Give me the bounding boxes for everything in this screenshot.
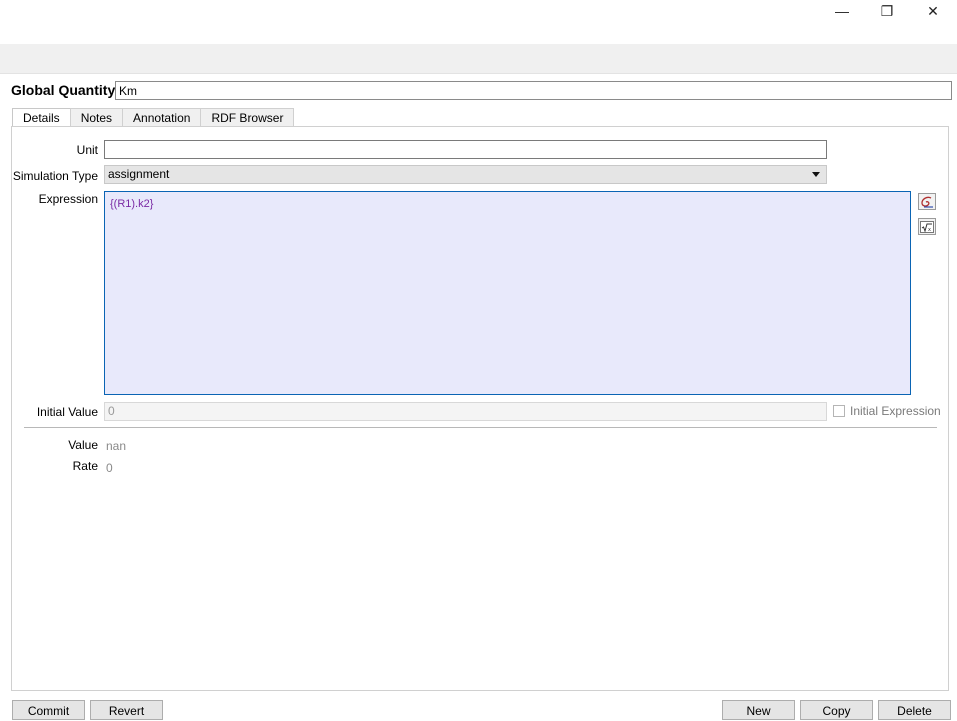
unit-label: Unit [76, 143, 98, 157]
object-browser-icon[interactable] [918, 193, 936, 210]
toolbar-strip [0, 44, 957, 74]
tab-rdf-browser[interactable]: RDF Browser [200, 108, 295, 127]
tab-notes[interactable]: Notes [69, 108, 124, 127]
close-icon[interactable]: ✕ [910, 0, 956, 22]
tab-bar: Details Notes Annotation RDF Browser [12, 108, 295, 128]
rate-label: Rate [72, 459, 98, 473]
expression-text: {(R1).k2} [110, 198, 154, 210]
copy-button[interactable]: Copy [800, 700, 873, 720]
page-title: Global Quantity [11, 82, 116, 98]
initial-value-label: Initial Value [36, 405, 98, 419]
initial-value-input[interactable]: 0 [104, 402, 827, 421]
tab-annotation[interactable]: Annotation [122, 108, 202, 127]
expression-label: Expression [38, 192, 98, 206]
chevron-down-icon [812, 172, 820, 177]
rate-readout: 0 [106, 461, 113, 475]
maximize-icon[interactable]: ❐ [864, 0, 910, 22]
window-titlebar: — ❐ ✕ [0, 0, 957, 44]
value-readout: nan [106, 439, 127, 453]
quantity-name-input[interactable] [115, 81, 952, 100]
simulation-type-value: assignment [108, 167, 170, 181]
tab-details[interactable]: Details [12, 108, 71, 128]
initial-expression-label: Initial Expression [850, 404, 941, 418]
formula-view-icon[interactable]: x [918, 218, 936, 235]
unit-input[interactable] [104, 140, 827, 159]
simulation-type-select[interactable]: assignment [104, 165, 827, 184]
divider [24, 427, 937, 428]
simulation-type-label: Simulation Type [12, 169, 98, 183]
expression-editor[interactable]: {(R1).k2} [104, 191, 911, 395]
minimize-icon[interactable]: — [819, 0, 865, 22]
new-button[interactable]: New [722, 700, 795, 720]
value-label: Value [68, 438, 98, 452]
delete-button[interactable]: Delete [878, 700, 951, 720]
svg-text:x: x [928, 227, 931, 233]
revert-button[interactable]: Revert [90, 700, 163, 720]
initial-expression-checkbox[interactable] [833, 405, 845, 417]
commit-button[interactable]: Commit [12, 700, 85, 720]
